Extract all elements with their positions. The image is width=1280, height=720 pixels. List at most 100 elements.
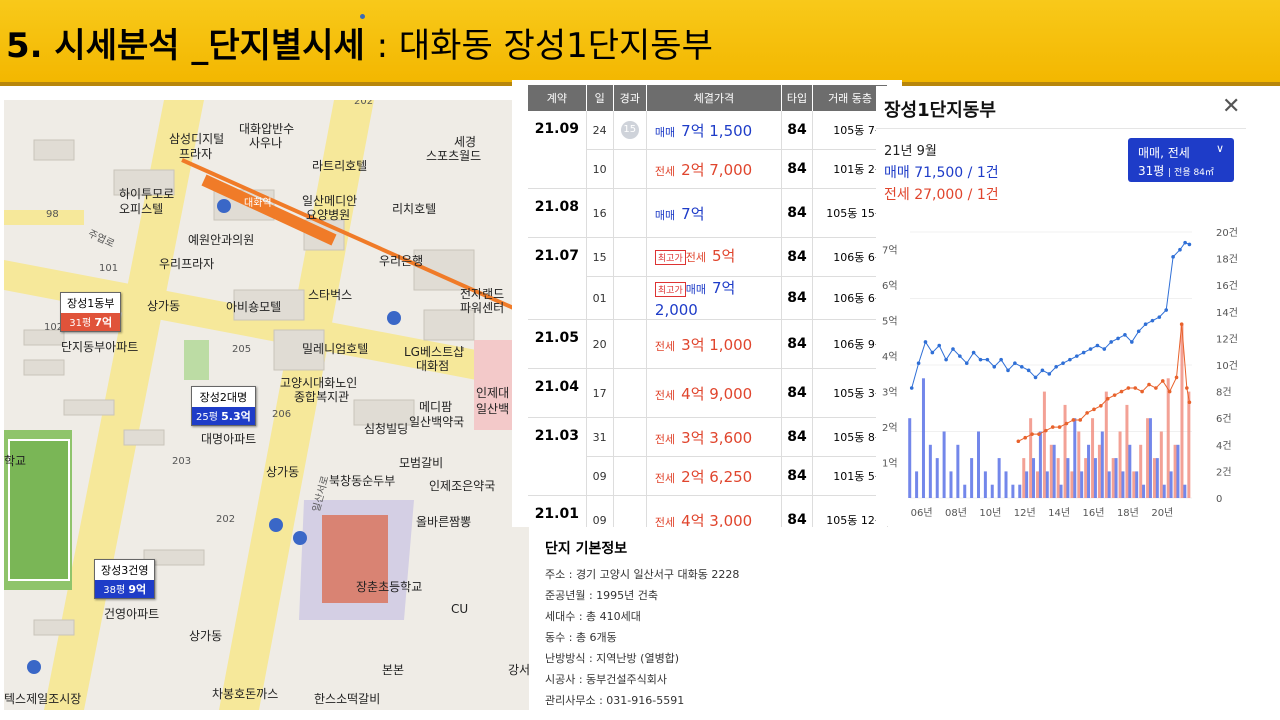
jeonse-volume-bar	[1104, 391, 1108, 498]
col-price[interactable]: 체결가격	[646, 85, 782, 111]
col-elapsed[interactable]: 경과	[613, 85, 647, 111]
buy-price-point	[937, 343, 942, 348]
buy-price-line	[911, 242, 1190, 389]
map-view[interactable]: 202 삼성디지털 프라자 대화압반수 사우나 라트리호텔 세경 스포츠월드 하…	[4, 100, 529, 710]
buy-price-point	[1164, 308, 1169, 312]
complex-pin-2[interactable]: 장성2대명 25평 5.3억	[191, 386, 256, 426]
table-row[interactable]: 21.07 15 최고가 전세 5억 84 106동 6층	[528, 237, 888, 320]
price-cell: 최고가 전세 5억	[646, 237, 782, 277]
y-left-tick-label: 7억	[882, 245, 898, 257]
jeonse-price-point	[1133, 386, 1138, 390]
buy-price-point	[916, 361, 921, 366]
buy-volume-bar	[1121, 471, 1125, 498]
buy-volume-bar	[1052, 444, 1056, 498]
x-tick-label: 14년	[1048, 507, 1070, 519]
elapsed-cell	[613, 237, 647, 277]
table-row[interactable]: 21.08 16 매매 7억 84 105동 15층	[528, 188, 888, 238]
unit-type: 84	[781, 237, 814, 277]
deal-type-select[interactable]: 매매, 전세 ∨ 31평 | 전용 84㎡	[1128, 138, 1234, 182]
deal-kind: 전세	[654, 515, 676, 528]
map-label: 우리프라자	[159, 257, 215, 271]
jeonse-volume-bar	[1166, 378, 1170, 498]
jeonse-price-point	[1016, 439, 1021, 444]
table-row[interactable]: 21.01 09 전세 4억 3,000 84 105동 12층	[528, 495, 888, 528]
jeonse-volume-bar	[1042, 391, 1046, 498]
buy-volume-bar	[1073, 418, 1077, 498]
jeonse-price-point	[1071, 418, 1076, 422]
contract-month: 21.04	[528, 368, 587, 418]
col-type[interactable]: 타입	[781, 85, 814, 111]
jeonse-price-point	[1147, 382, 1151, 387]
jeonse-price-point	[1179, 322, 1184, 327]
buy-volume-bar	[1155, 458, 1159, 498]
price-cell: 전세 3억 1,000	[646, 319, 782, 369]
select-size: 31평 | 전용 84㎡	[1138, 162, 1214, 179]
buy-volume-bar	[1169, 471, 1173, 498]
map-label: 올바른짬뽕	[416, 515, 472, 529]
deal-kind: 매매	[654, 125, 676, 139]
pin-name: 장성1동부	[67, 297, 115, 310]
contract-month: 21.01	[528, 495, 587, 527]
pin-size: 31평	[69, 318, 92, 329]
unit-type: 84	[781, 188, 814, 238]
buy-price-point	[964, 361, 969, 366]
unit-type: 84	[781, 456, 814, 496]
x-tick-label: 20년	[1151, 507, 1173, 519]
map-label: 202	[354, 100, 374, 107]
buy-volume-bar	[1183, 484, 1187, 498]
map-label: 모범갈비	[399, 456, 444, 470]
pin-price-value: 5.3억	[221, 410, 251, 423]
map-label: 상가동	[147, 299, 181, 313]
elapsed-cell	[613, 368, 647, 418]
buy-price-point	[1150, 318, 1155, 323]
buy-price-point	[930, 350, 935, 355]
buy-volume-bar	[1011, 484, 1015, 498]
map-label: 우리은행	[379, 254, 424, 268]
buy-volume-bar	[983, 471, 987, 498]
complex-pin-3[interactable]: 장성3건영 38평 9억	[94, 559, 156, 599]
jeonse-price-point	[1050, 425, 1055, 429]
table-row[interactable]: 21.05 20 전세 3억 1,000 84 106동 9층	[528, 319, 888, 369]
jeonse-volume-bar	[1063, 404, 1067, 498]
buy-volume-bar	[949, 471, 953, 498]
buy-volume-bar	[1135, 471, 1139, 498]
col-day[interactable]: 일	[586, 85, 614, 111]
buy-volume-bar	[915, 471, 919, 498]
deal-kind: 전세	[685, 251, 706, 264]
buy-volume-bar	[935, 458, 939, 498]
map-label: 101	[99, 263, 119, 274]
info-households: 세대수 : 총 410세대	[545, 610, 641, 623]
buy-price-point	[1068, 357, 1072, 362]
unit-type: 84	[781, 417, 814, 457]
jeonse-volume-bar	[1084, 458, 1088, 498]
jeonse-price-point	[1030, 432, 1034, 436]
info-built: 준공년월 : 1995년 건축	[545, 589, 659, 602]
close-icon[interactable]: ✕	[1222, 94, 1240, 119]
jeonse-price-point	[1092, 407, 1096, 412]
buy-volume-bar	[1162, 484, 1166, 498]
pin-price-value: 9억	[128, 583, 147, 596]
jeonse-price-point	[1037, 432, 1041, 436]
table-row[interactable]: 21.04 17 전세 4억 9,000 84 105동 3층	[528, 368, 888, 418]
buy-price-point	[1157, 315, 1162, 319]
buy-volume-bar	[908, 418, 912, 498]
price-chart: 1억 2억 3억 4억 5억 6억 7억 0 2건 4건 6건 8건 10건 12건 14건 16건 18건 20…	[882, 227, 1238, 519]
jeonse-price-point	[1044, 428, 1048, 433]
elapsed-cell	[613, 149, 647, 189]
jeonse-volume-bar	[1187, 391, 1191, 498]
jeonse-price-point	[1160, 379, 1165, 383]
table-row[interactable]: 21.09 24 15 매매 7억 1,500 84 105동 7층	[528, 111, 888, 189]
y-left-tick-label: 3억	[882, 387, 898, 399]
col-contract[interactable]: 계약	[528, 85, 587, 111]
buy-price-point	[1123, 333, 1127, 337]
price-cell: 전세 3억 3,600	[646, 417, 782, 457]
buy-price-point	[1183, 240, 1187, 245]
table-row[interactable]: 21.03 31 전세 3억 3,600 84 105동 8층	[528, 417, 888, 496]
elapsed-cell	[613, 276, 647, 320]
map-label: 202	[216, 514, 236, 525]
complex-pin-1[interactable]: 장성1동부 31평 7억	[60, 292, 122, 332]
select-area: | 전용 84㎡	[1168, 168, 1214, 178]
map-label: 한스소떡갈비	[314, 692, 381, 706]
buy-volume-bar	[1148, 418, 1152, 498]
deal-kind: 전세	[654, 388, 676, 402]
